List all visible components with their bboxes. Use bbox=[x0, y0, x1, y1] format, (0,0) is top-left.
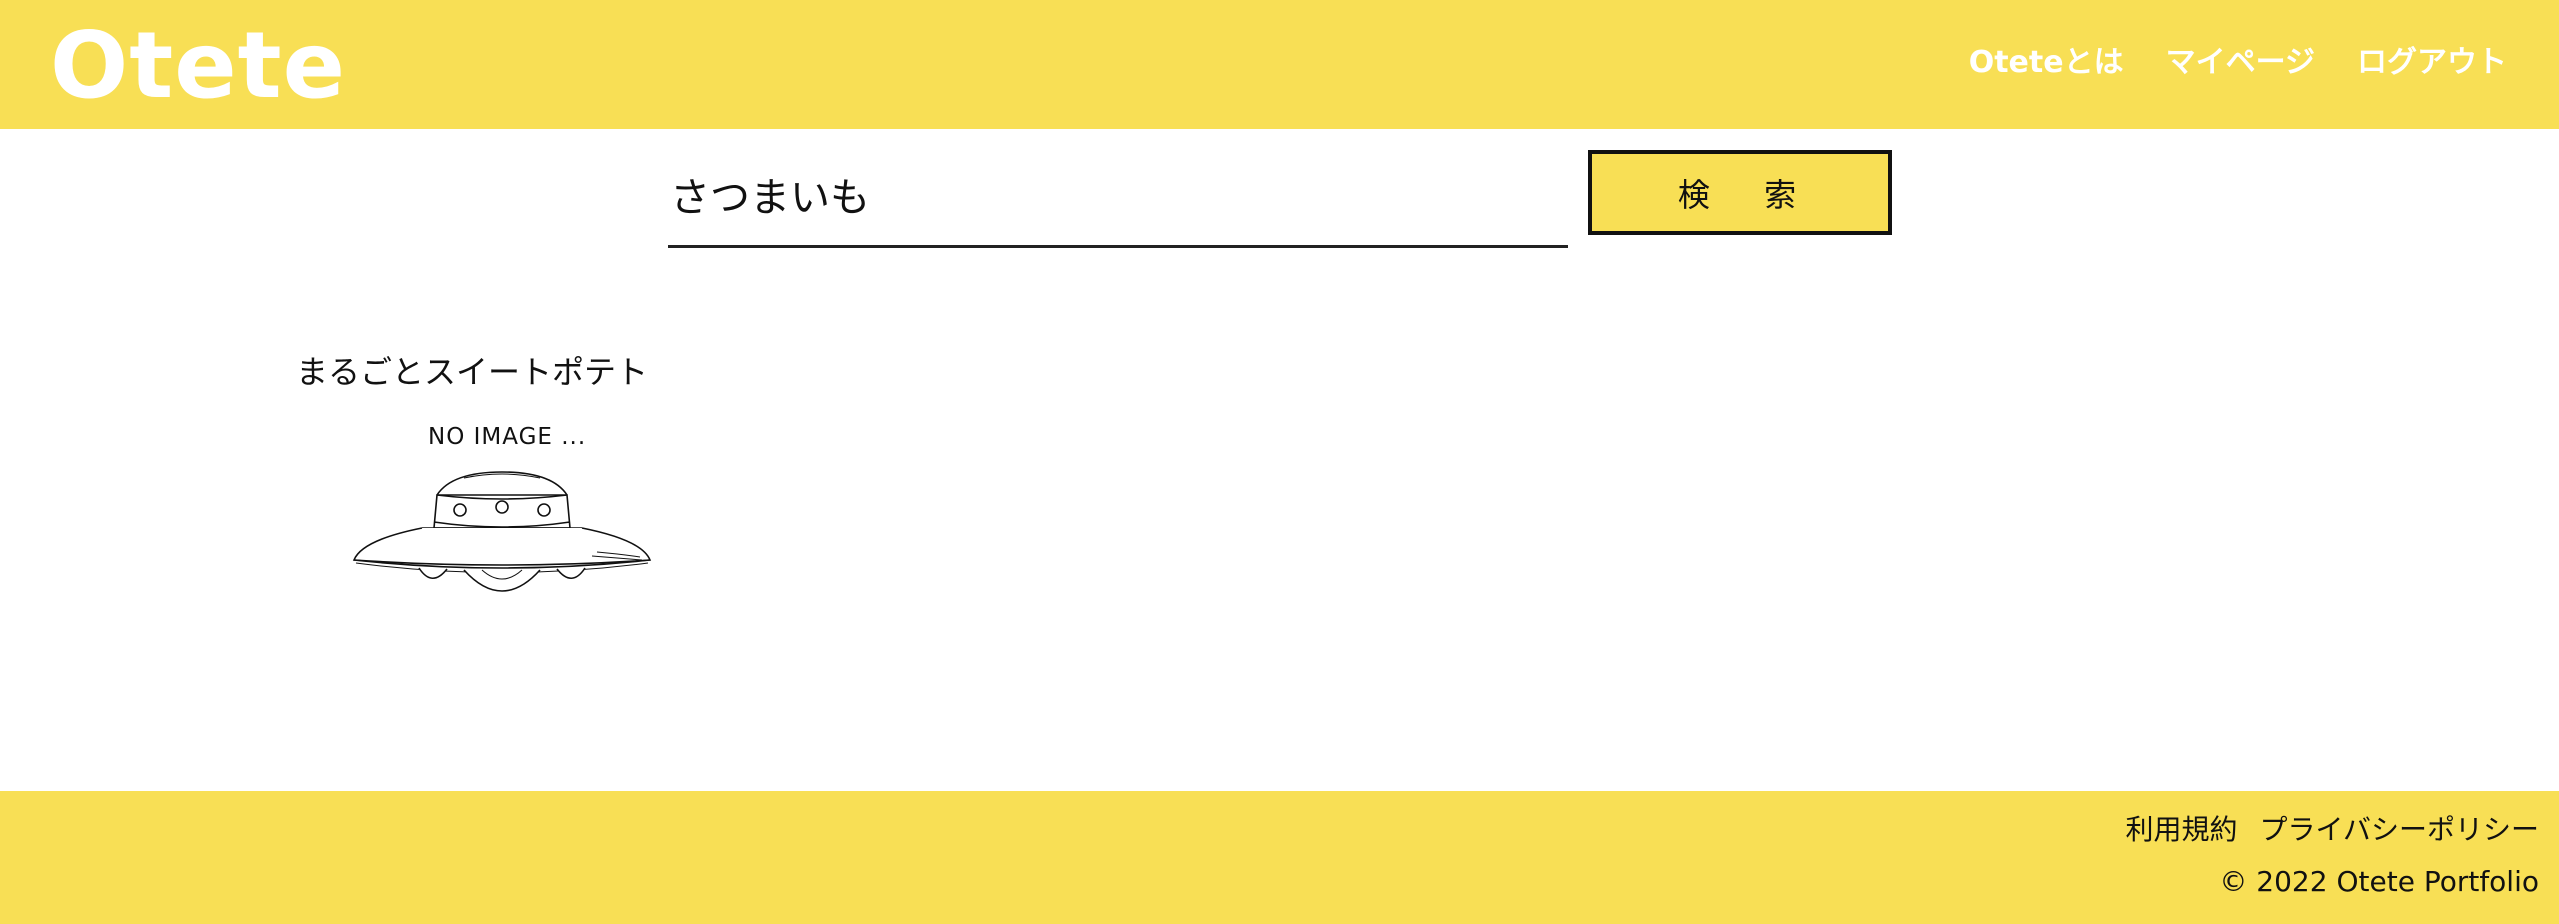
privacy-policy-link[interactable]: プライバシーポリシー bbox=[2260, 805, 2539, 855]
terms-link[interactable]: 利用規約 bbox=[2126, 805, 2238, 855]
copyright: © 2022 Otete Portfolio bbox=[2219, 865, 2539, 898]
nav-logout-link[interactable]: ログアウト bbox=[2357, 38, 2507, 88]
ufo-icon bbox=[352, 471, 652, 592]
page: Otete Oteteとは マイページ ログアウト 検 索 まるごとスイートポテ… bbox=[0, 0, 2559, 924]
main-nav: Oteteとは マイページ ログアウト bbox=[1969, 38, 2507, 88]
recipe-title[interactable]: まるごとスイートポテト bbox=[296, 345, 656, 399]
site-footer: 利用規約 プライバシーポリシー © 2022 Otete Portfolio bbox=[0, 791, 2559, 924]
search-input[interactable] bbox=[668, 150, 1568, 248]
search-button[interactable]: 検 索 bbox=[1588, 150, 1892, 235]
site-logo[interactable]: Otete bbox=[50, 6, 346, 126]
site-header: Otete Oteteとは マイページ ログアウト bbox=[0, 0, 2559, 129]
nav-mypage-link[interactable]: マイページ bbox=[2166, 38, 2315, 88]
nav-about-link[interactable]: Oteteとは bbox=[1969, 38, 2124, 88]
recipe-card[interactable]: まるごとスイートポテト NO IMAGE ... bbox=[290, 345, 652, 615]
no-image-label: NO IMAGE ... bbox=[428, 424, 587, 450]
footer-links: 利用規約 プライバシーポリシー bbox=[2126, 805, 2539, 855]
